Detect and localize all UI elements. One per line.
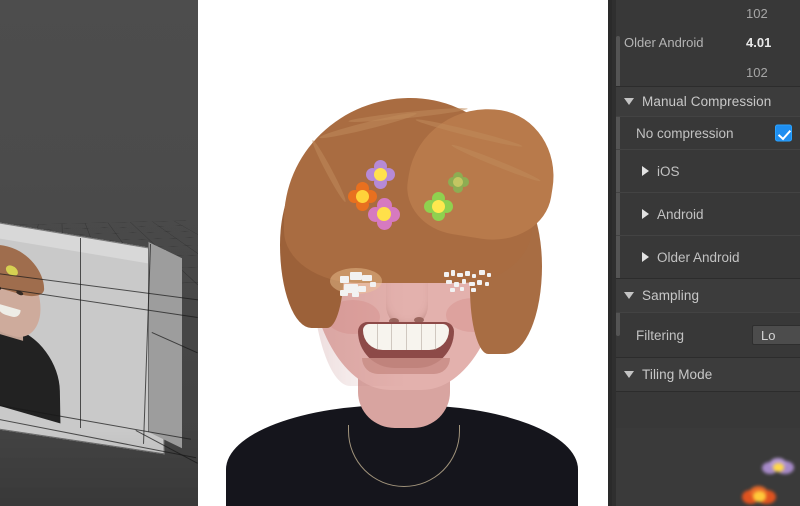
platform-size-top: 102 [746,5,768,21]
platform-size-row-top: 102 [616,0,800,26]
sticker-glitter-right [442,268,498,294]
viewport-plane-edge-right [148,241,182,449]
chevron-right-icon[interactable] [642,166,649,176]
sticker-flower-panel-2 [742,486,776,506]
foldout-android[interactable]: Android [616,193,800,235]
sticker-flower-5 [448,172,470,194]
no-compression-checkbox[interactable] [775,124,792,142]
platform-row-older-android[interactable]: Older Android 4.01 [616,26,800,58]
filtering-dropdown[interactable]: Lo [752,325,800,345]
foldout-label-sampling: Sampling [642,288,700,303]
chevron-down-icon[interactable] [624,371,634,378]
label-filtering: Filtering [636,327,685,343]
foldout-label-manual-compression: Manual Compression [642,94,772,109]
foldout-tiling-mode[interactable]: Tiling Mode [616,358,800,391]
foldout-label-tiling-mode: Tiling Mode [642,367,713,382]
foldout-sampling[interactable]: Sampling [616,279,800,312]
chevron-right-icon[interactable] [642,209,649,219]
wireframe-line [80,238,82,428]
foldout-label-older-android: Older Android [657,249,740,265]
preview-subject [198,0,608,506]
label-no-compression: No compression [636,125,734,141]
foldout-manual-compression[interactable]: Manual Compression [616,87,800,116]
inspector-panel[interactable]: 102 Older Android 4.01 102 Manual Compre… [608,0,800,506]
foldout-label-ios: iOS [657,163,680,179]
sticker-flower-panel-1 [762,458,794,478]
sticker-glitter-left [338,270,390,298]
platform-size-row-bottom: 102 [616,58,800,86]
chevron-right-icon[interactable] [642,252,649,262]
app-root: 102 Older Android 4.01 102 Manual Compre… [0,0,800,506]
chevron-down-icon[interactable] [624,98,634,105]
foldout-label-android: Android [657,206,704,222]
row-no-compression[interactable]: No compression [616,117,800,149]
sticker-flower-4 [424,192,454,222]
viewport-vignette [0,430,198,506]
platform-size-bottom: 102 [746,64,768,80]
section-divider [616,391,800,392]
viewport-plane-texture [0,227,68,426]
texture-preview[interactable] [198,0,608,506]
scene-viewport[interactable] [0,0,198,506]
platform-value: 4.01 [746,34,772,50]
foldout-older-android[interactable]: Older Android [616,236,800,278]
subject-teeth [363,324,449,350]
foldout-ios[interactable]: iOS [616,150,800,192]
row-filtering[interactable]: Filtering Lo [616,313,800,357]
sticker-flower-3 [368,198,400,230]
platform-label: Older Android [624,34,704,50]
chevron-down-icon[interactable] [624,292,634,299]
inspector-empty-area [616,428,800,506]
subject-lower-lip [362,358,450,374]
